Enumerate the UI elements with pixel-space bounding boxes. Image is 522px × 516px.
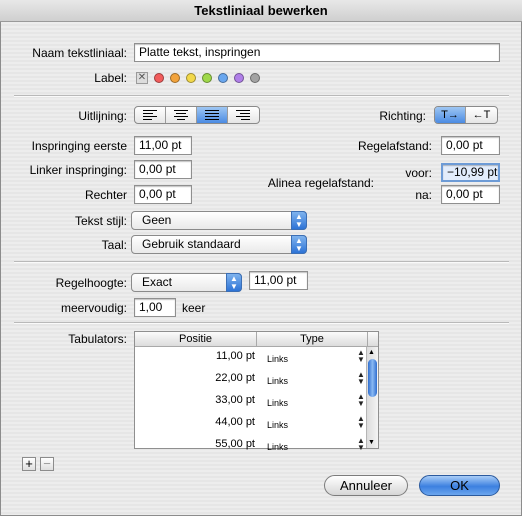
line-spacing-label: Regelafstand: bbox=[357, 139, 432, 153]
scroll-thumb[interactable] bbox=[368, 359, 377, 397]
table-row[interactable]: 11,00 pt Links ▲ ▼ bbox=[135, 347, 367, 369]
tab-type[interactable]: Links bbox=[267, 420, 288, 430]
direction-rtl-button[interactable]: ←T bbox=[466, 107, 497, 123]
type-stepper-icon[interactable]: ▲ ▼ bbox=[357, 371, 365, 386]
tab-position: 22,00 pt bbox=[215, 372, 255, 384]
header-corner bbox=[367, 332, 378, 347]
tabs-table: Positie Type 11,00 pt Links ▲ ▼ 22,00 pt Link… bbox=[134, 331, 379, 452]
color-swatch-2[interactable] bbox=[170, 72, 180, 83]
text-style-popup[interactable]: Geen ▲ ▼ bbox=[131, 211, 307, 230]
language-popup[interactable]: Gebruik standaard ▲ ▼ bbox=[131, 235, 307, 254]
window-title: Tekstliniaal bewerken bbox=[0, 0, 522, 22]
language-label: Taal: bbox=[101, 238, 127, 252]
scroll-down-arrow-icon[interactable]: ▼ bbox=[368, 439, 375, 446]
type-stepper-icon[interactable]: ▲ ▼ bbox=[357, 349, 365, 364]
paragraph-spacing-label: Alinea regelafstand: bbox=[267, 176, 374, 190]
line-height-field[interactable]: 11,00 pt bbox=[249, 271, 308, 290]
align-right-button[interactable] bbox=[228, 107, 259, 123]
color-swatch-1[interactable] bbox=[154, 72, 164, 83]
tab-position: 11,00 pt bbox=[216, 350, 255, 362]
tabs-label: Tabulators: bbox=[68, 332, 127, 346]
spacing-before-label: voor: bbox=[405, 166, 432, 180]
color-label-picker: ✕ bbox=[136, 70, 266, 84]
column-header-type[interactable]: Type bbox=[257, 332, 367, 347]
tab-type[interactable]: Links bbox=[267, 376, 288, 386]
color-swatch-5[interactable] bbox=[218, 72, 228, 83]
first-indent-field[interactable]: 11,00 pt bbox=[134, 136, 192, 155]
spacing-before-field[interactable]: −10,99 pt bbox=[441, 163, 500, 182]
left-indent-field[interactable]: 0,00 pt bbox=[134, 160, 192, 179]
align-justify-button[interactable] bbox=[197, 107, 228, 123]
type-stepper-icon[interactable]: ▲ ▼ bbox=[357, 437, 365, 452]
tab-position: 55,00 pt bbox=[215, 438, 255, 450]
separator bbox=[14, 95, 509, 97]
cancel-button[interactable]: Annuleer bbox=[324, 475, 408, 496]
right-indent-field[interactable]: 0,00 pt bbox=[134, 185, 192, 204]
table-row[interactable]: 33,00 pt Links ▲ ▼ bbox=[135, 391, 367, 413]
line-height-mode-value: Exact bbox=[142, 275, 173, 289]
tab-position: 44,00 pt bbox=[215, 416, 255, 428]
remove-tab-button[interactable]: − bbox=[40, 457, 54, 471]
tab-type[interactable]: Links bbox=[267, 398, 288, 408]
tab-type[interactable]: Links bbox=[267, 442, 288, 452]
color-swatch-7[interactable] bbox=[250, 72, 260, 83]
table-row[interactable]: 44,00 pt Links ▲ ▼ bbox=[135, 413, 367, 435]
color-label-label: Label: bbox=[94, 71, 127, 85]
column-header-position[interactable]: Positie bbox=[135, 332, 257, 347]
alignment-control bbox=[134, 106, 260, 124]
language-value: Gebruik standaard bbox=[142, 237, 241, 251]
text-style-value: Geen bbox=[142, 213, 172, 227]
scroll-up-arrow-icon[interactable]: ▲ bbox=[368, 349, 375, 356]
type-stepper-icon[interactable]: ▲ ▼ bbox=[357, 393, 365, 408]
tabs-scrollbar[interactable]: ▲ ▼ bbox=[366, 347, 378, 448]
right-indent-label: Rechter bbox=[84, 188, 127, 202]
separator bbox=[14, 261, 509, 263]
name-label: Naam tekstliniaal: bbox=[32, 46, 127, 60]
align-justify-icon bbox=[205, 110, 219, 120]
tab-type[interactable]: Links bbox=[267, 354, 288, 364]
align-center-icon bbox=[174, 110, 188, 120]
multiple-label: meervoudig: bbox=[60, 301, 127, 315]
alignment-label: Uitlijning: bbox=[78, 109, 127, 123]
ok-button[interactable]: OK bbox=[419, 475, 500, 496]
popup-arrows-icon: ▲ ▼ bbox=[291, 235, 307, 254]
tab-position: 33,00 pt bbox=[215, 394, 255, 406]
separator bbox=[14, 322, 509, 324]
multiple-field[interactable]: 1,00 bbox=[134, 298, 176, 317]
color-swatch-3[interactable] bbox=[186, 72, 196, 83]
left-indent-label: Linker inspringing: bbox=[29, 163, 127, 177]
line-spacing-field[interactable]: 0,00 pt bbox=[441, 136, 500, 155]
no-color-swatch[interactable]: ✕ bbox=[136, 71, 148, 84]
line-height-mode-popup[interactable]: Exact ▲ ▼ bbox=[131, 273, 242, 292]
spacing-after-label: na: bbox=[415, 188, 432, 202]
tabs-rows: 11,00 pt Links ▲ ▼ 22,00 pt Links ▲ ▼ 33,00 pt Li… bbox=[135, 347, 367, 457]
name-field[interactable]: Platte tekst, inspringen bbox=[134, 43, 500, 62]
popup-arrows-icon: ▲ ▼ bbox=[291, 211, 307, 230]
popup-arrows-icon: ▲ ▼ bbox=[226, 273, 242, 292]
table-row[interactable]: 22,00 pt Links ▲ ▼ bbox=[135, 369, 367, 391]
color-swatch-4[interactable] bbox=[202, 72, 212, 83]
table-row[interactable]: 55,00 pt Links ▲ ▼ bbox=[135, 435, 367, 457]
multiple-unit: keer bbox=[182, 301, 206, 315]
direction-control: T→ ←T bbox=[434, 106, 498, 124]
type-stepper-icon[interactable]: ▲ ▼ bbox=[357, 415, 365, 430]
first-indent-label: Inspringing eerste bbox=[31, 139, 127, 153]
add-tab-button[interactable]: + bbox=[22, 457, 36, 471]
direction-label: Richting: bbox=[379, 109, 426, 123]
direction-ltr-button[interactable]: T→ bbox=[435, 107, 466, 123]
align-left-icon bbox=[143, 110, 157, 120]
text-style-label: Tekst stijl: bbox=[74, 214, 127, 228]
color-swatch-6[interactable] bbox=[234, 72, 244, 83]
align-left-button[interactable] bbox=[135, 107, 166, 123]
spacing-after-field[interactable]: 0,00 pt bbox=[441, 185, 500, 204]
align-right-icon bbox=[236, 110, 250, 120]
align-center-button[interactable] bbox=[166, 107, 197, 123]
line-height-label: Regelhoogte: bbox=[55, 276, 127, 290]
